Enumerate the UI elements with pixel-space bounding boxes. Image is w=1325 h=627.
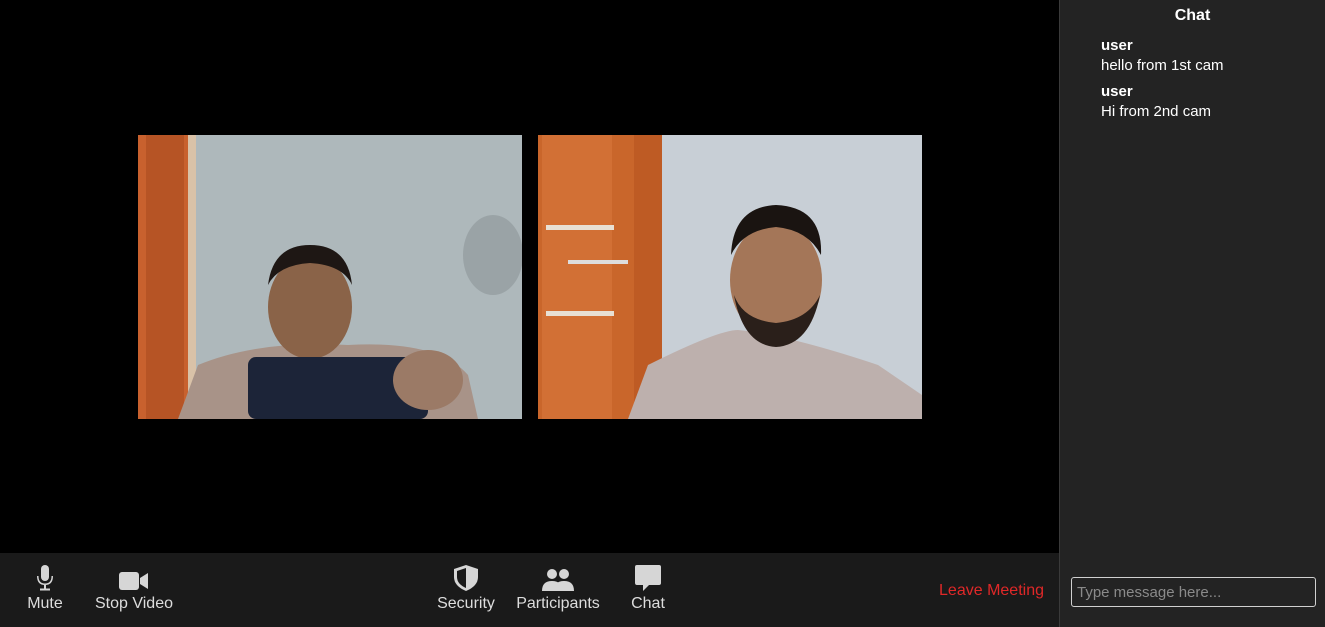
video-tile-2[interactable] (538, 135, 922, 419)
leave-meeting-button[interactable]: Leave Meeting (939, 582, 1044, 600)
participants-button[interactable]: Participants (515, 565, 601, 613)
chat-message-input[interactable] (1071, 577, 1316, 607)
chat-button[interactable]: Chat (628, 565, 668, 613)
participants-icon (542, 565, 574, 591)
shield-icon (454, 565, 478, 591)
participants-label: Participants (516, 595, 600, 612)
video-stage (0, 0, 1059, 553)
video-feed-2 (538, 135, 922, 419)
security-label: Security (437, 595, 495, 612)
meeting-toolbar: Mute Stop Video Security Participants Ch… (0, 553, 1059, 627)
chat-label: Chat (631, 595, 665, 612)
stop-video-label: Stop Video (95, 595, 173, 612)
chat-message: user Hi from 2nd cam (1101, 82, 1316, 126)
chat-panel: Chat user hello from 1st cam user Hi fro… (1059, 0, 1325, 627)
chat-message: user hello from 1st cam (1101, 36, 1316, 80)
video-camera-icon (119, 565, 149, 591)
stop-video-button[interactable]: Stop Video (94, 565, 174, 613)
message-text: hello from 1st cam (1101, 57, 1224, 74)
video-feed-1 (138, 135, 522, 419)
microphone-icon (36, 565, 54, 591)
chat-messages: user hello from 1st cam user Hi from 2nd… (1101, 36, 1316, 128)
message-text: Hi from 2nd cam (1101, 103, 1212, 120)
mute-label: Mute (27, 595, 63, 612)
mute-button[interactable]: Mute (26, 565, 64, 613)
video-tile-1[interactable] (138, 135, 522, 419)
chat-bubble-icon (635, 565, 661, 591)
security-button[interactable]: Security (436, 565, 496, 613)
chat-title: Chat (1174, 7, 1211, 24)
